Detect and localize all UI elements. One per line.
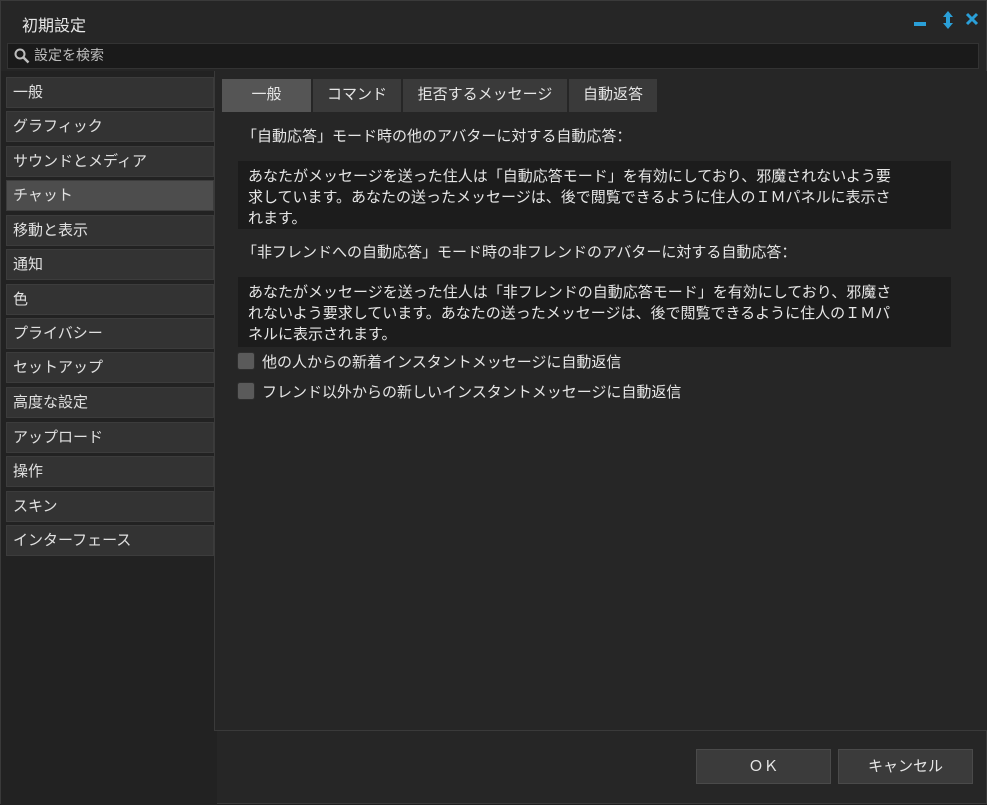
sidebar-item-interface[interactable]: インターフェース xyxy=(6,525,214,556)
sidebar-item-graphics[interactable]: グラフィック xyxy=(6,111,214,142)
search-icon xyxy=(14,48,30,64)
nonfriend-autoresponse-line: れないよう要求しています。あなたの送ったメッセージは、後で閲覧できるように住人の… xyxy=(248,304,891,322)
sidebar-item-notifications[interactable]: 通知 xyxy=(6,249,214,280)
tab-auto-response[interactable]: 自動返答 xyxy=(569,79,658,112)
search-bar xyxy=(7,43,979,69)
preferences-window: 初期設定 一般 グラフィック サウンドとメディア チャット 移動と表示 通知 色… xyxy=(0,0,987,805)
resize-icon[interactable] xyxy=(942,11,954,33)
close-icon[interactable] xyxy=(965,11,979,33)
autoresponse-line: れます。 xyxy=(248,209,307,227)
nonfriend-autoresponse-label: 「非フレンドへの自動応答」モード時の非フレンドのアバターに対する自動応答： xyxy=(242,243,797,261)
sidebar-item-move-view[interactable]: 移動と表示 xyxy=(6,215,214,246)
sidebar-item-privacy[interactable]: プライバシー xyxy=(6,318,214,349)
cancel-button[interactable]: キャンセル xyxy=(838,749,973,784)
tab-rejected-messages[interactable]: 拒否するメッセージ xyxy=(403,79,568,112)
sidebar-item-sound-media[interactable]: サウンドとメディア xyxy=(6,146,214,177)
auto-reply-nonfriend-checkbox[interactable] xyxy=(237,382,255,400)
search-input[interactable] xyxy=(34,46,964,66)
nonfriend-autoresponse-line: ネルに表示されます。 xyxy=(248,325,397,343)
autoresponse-textbox[interactable]: あなたがメッセージを送った住人は「自動応答モード」を有効にしており、邪魔されない… xyxy=(238,161,951,229)
autoresponse-label: 「自動応答」モード時の他のアバターに対する自動応答： xyxy=(242,127,632,145)
minimize-icon[interactable] xyxy=(914,11,926,33)
auto-reply-nonfriend-label: フレンド以外からの新しいインスタントメッセージに自動返信 xyxy=(262,383,682,401)
ok-button[interactable]: ＯＫ xyxy=(696,749,831,784)
auto-reply-checkbox[interactable] xyxy=(237,352,255,370)
sidebar-item-controls[interactable]: 操作 xyxy=(6,456,214,487)
sidebar-item-colors[interactable]: 色 xyxy=(6,284,214,315)
nonfriend-autoresponse-textbox[interactable]: あなたがメッセージを送った住人は「非フレンドの自動応答モード」を有効にしており、… xyxy=(238,277,951,347)
tab-commands[interactable]: コマンド xyxy=(313,79,402,112)
sidebar-item-skins[interactable]: スキン xyxy=(6,491,214,522)
autoresponse-line: あなたがメッセージを送った住人は「自動応答モード」を有効にしており、邪魔されない… xyxy=(248,167,891,185)
sidebar-item-general[interactable]: 一般 xyxy=(6,77,214,108)
nonfriend-autoresponse-line: あなたがメッセージを送った住人は「非フレンドの自動応答モード」を有効にしており、… xyxy=(248,283,892,301)
sidebar-item-upload[interactable]: アップロード xyxy=(6,422,214,453)
tab-general[interactable]: 一般 xyxy=(222,79,312,112)
title-bar[interactable]: 初期設定 xyxy=(1,1,986,41)
sidebar-item-advanced[interactable]: 高度な設定 xyxy=(6,387,214,418)
window-title: 初期設定 xyxy=(22,16,87,35)
autoresponse-line: 求しています。あなたの送ったメッセージは、後で閲覧できるように住人のＩＭパネルに… xyxy=(248,188,891,206)
sidebar-item-setup[interactable]: セットアップ xyxy=(6,352,214,383)
auto-reply-label: 他の人からの新着インスタントメッセージに自動返信 xyxy=(262,353,622,371)
sidebar-item-chat[interactable]: チャット xyxy=(6,180,214,211)
